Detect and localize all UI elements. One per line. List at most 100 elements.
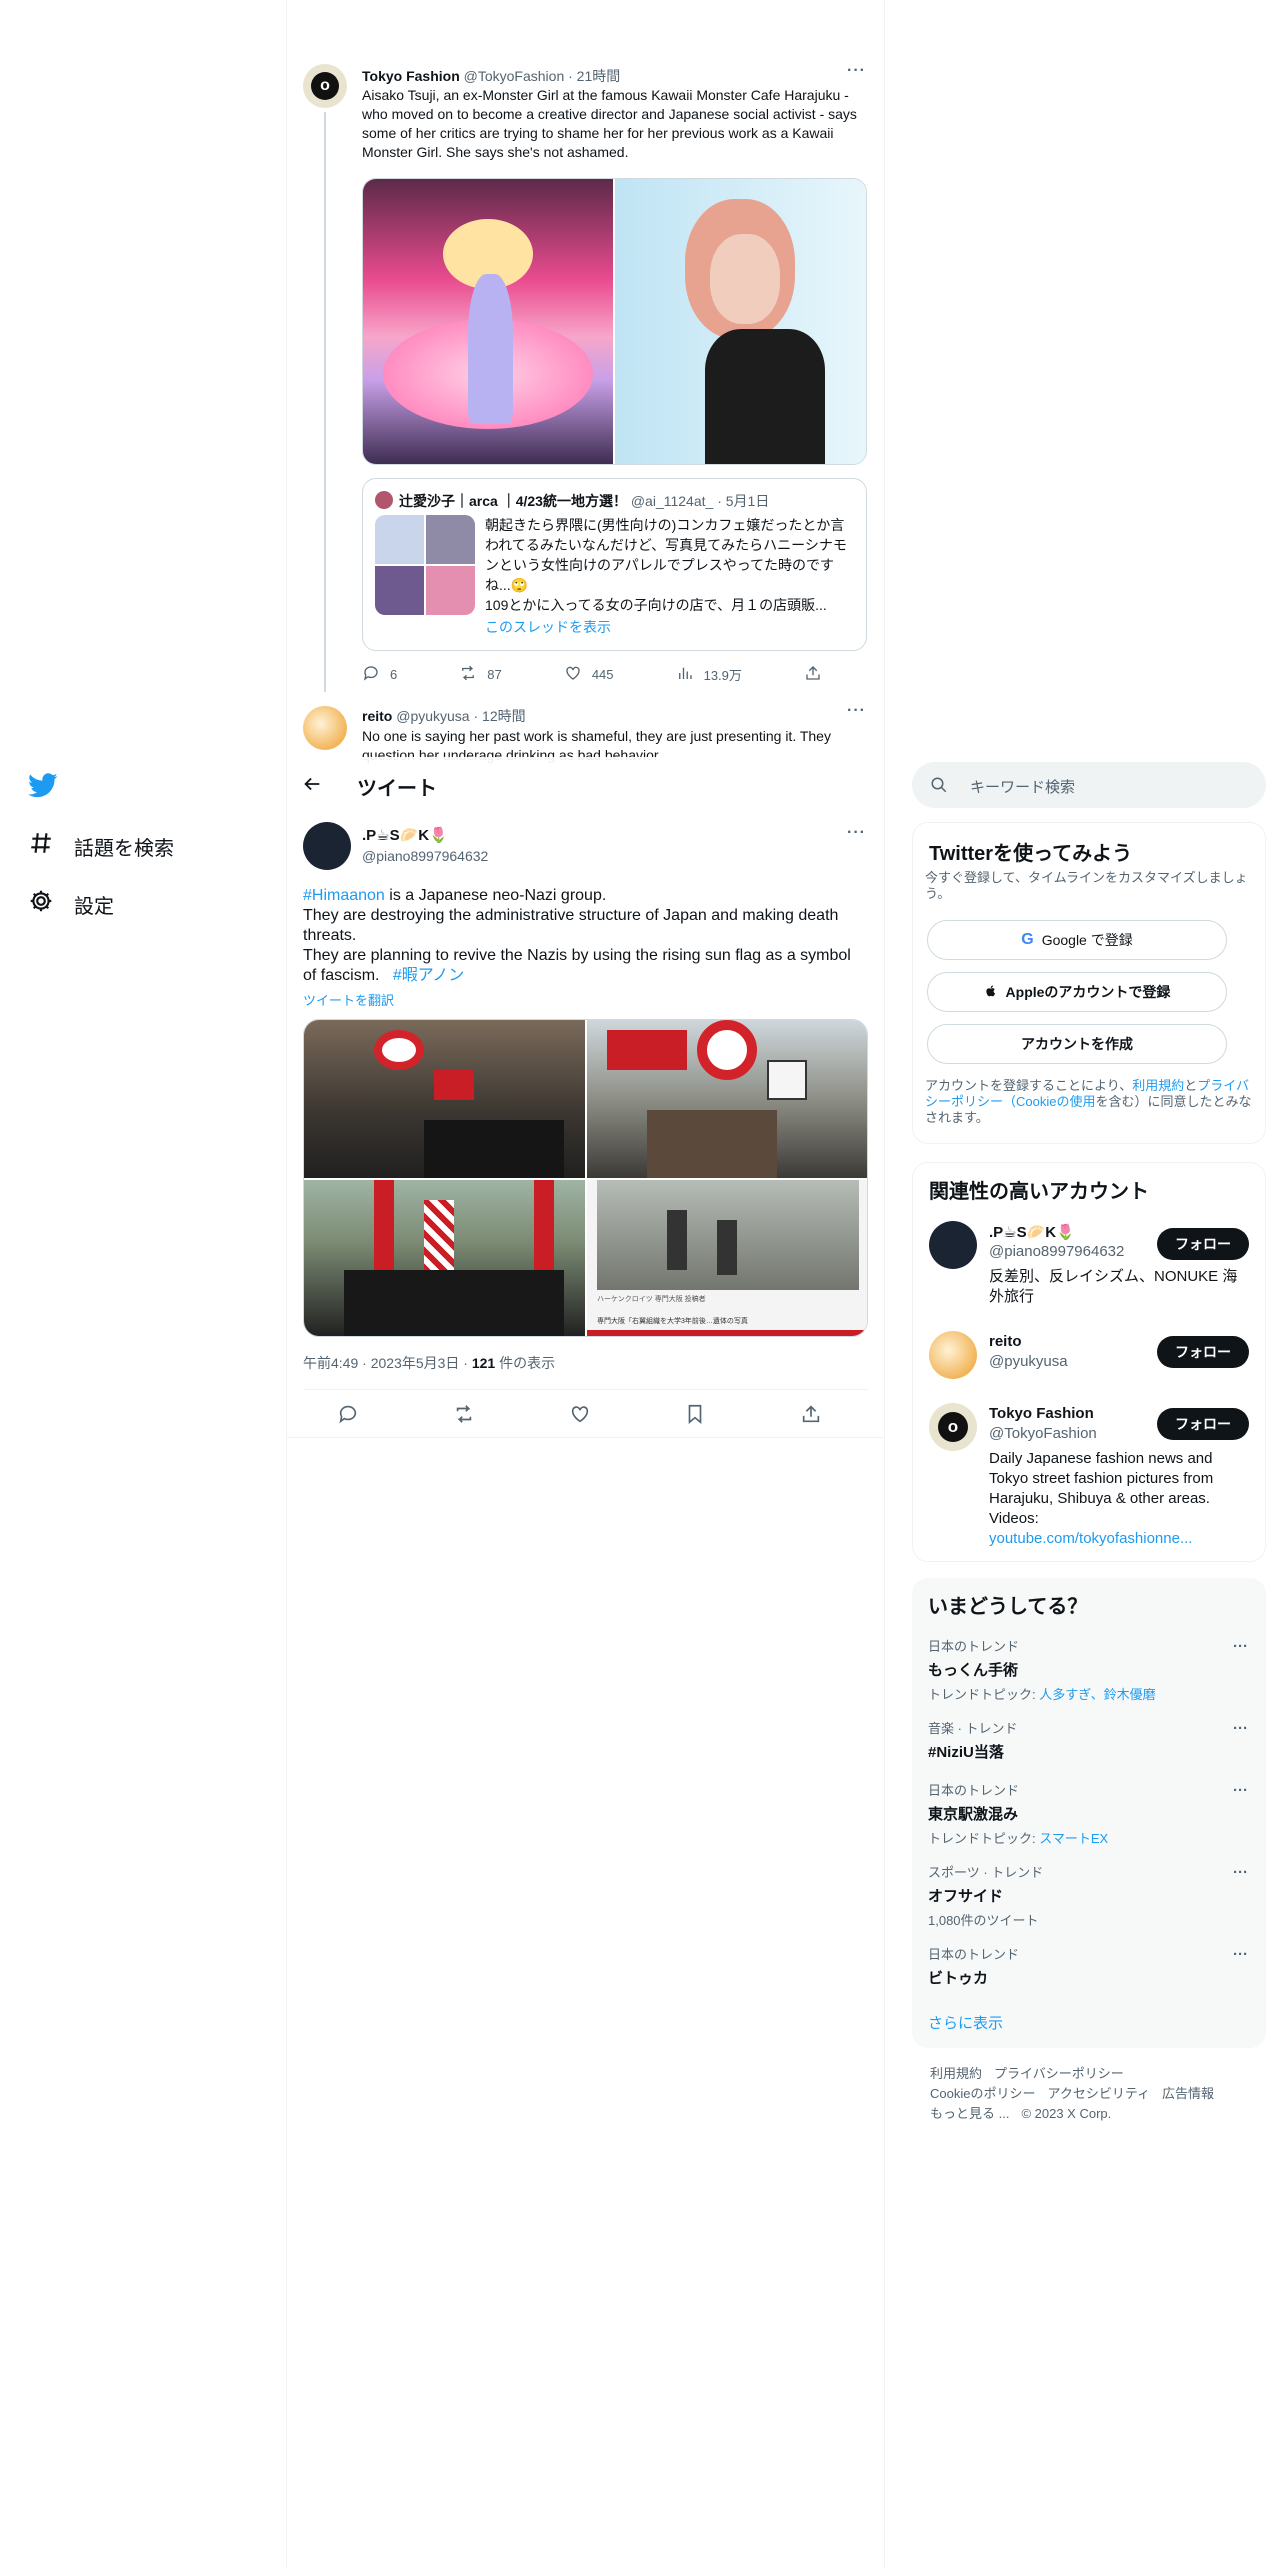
apple-icon [984, 984, 998, 1001]
terms-link[interactable]: 利用規約 [1132, 1078, 1184, 1093]
tweet-line-1: #Himaanon is a Japanese neo-Nazi group. [303, 886, 863, 906]
more-icon[interactable]: ··· [1233, 1864, 1248, 1881]
main-column: o Tokyo Fashion @TokyoFashion · 21時間 ···… [287, 0, 884, 2568]
account-name[interactable]: Tokyo Fashion [989, 1405, 1094, 1422]
image-caption: 専門大阪「右翼組織を大学3年前後…遺体の写真 [597, 1318, 748, 1325]
footer-link[interactable]: 利用規約 [930, 2066, 982, 2081]
photo-portrait[interactable] [615, 179, 866, 464]
show-more-link[interactable]: さらに表示 [928, 2012, 1003, 2033]
avatar[interactable] [929, 1331, 977, 1379]
tweet-actions: 6 87 445 13.9万 [362, 664, 822, 685]
quote-time: · 5月1日 [717, 493, 770, 509]
trend-topic-link[interactable]: スマートEX [1039, 1831, 1108, 1846]
footer-link[interactable]: 広告情報 [1162, 2086, 1214, 2101]
translate-link[interactable]: ツイートを翻訳 [303, 990, 394, 1009]
avatar[interactable]: o [303, 64, 347, 108]
author-name[interactable]: Tokyo Fashion [362, 68, 460, 84]
tweet-text: Aisako Tsuji, an ex-Monster Girl at the … [362, 87, 857, 160]
more-icon[interactable]: ··· [1233, 1946, 1248, 1963]
reply-button[interactable] [337, 1403, 359, 1428]
hashtag-link[interactable]: #Himaanon [303, 887, 385, 904]
hashtag-icon [28, 830, 54, 862]
share-button[interactable] [800, 1403, 822, 1428]
tweet-timestamp[interactable]: 午前4:49 · 2023年5月3日 · [303, 1355, 472, 1371]
views-button[interactable]: 13.9万 [676, 664, 742, 685]
footer-more-link[interactable]: もっと見る ... [930, 2106, 1009, 2121]
author-name[interactable]: reito [362, 708, 392, 724]
tweet-time[interactable]: · 12時間 [473, 708, 525, 724]
gear-icon [28, 888, 54, 920]
photo-rally-4[interactable]: ハーケンクロイツ 専門大阪 投稿者 専門大阪「右翼組織を大学3年前後…遺体の写真 [587, 1180, 867, 1336]
author-handle[interactable]: @piano8997964632 [362, 848, 488, 864]
share-button[interactable] [804, 664, 822, 685]
create-account-button[interactable]: アカウントを作成 [927, 1024, 1227, 1064]
hashtag-link[interactable]: #暇アノン [393, 967, 464, 984]
author-handle[interactable]: @pyukyusa [396, 708, 469, 724]
avatar[interactable] [303, 706, 347, 750]
tweet-media[interactable]: ハーケンクロイツ 専門大阪 投稿者 専門大阪「右翼組織を大学3年前後…遺体の写真 [303, 1019, 868, 1337]
signup-title: Twitterを使ってみよう [929, 843, 1133, 865]
account-name[interactable]: .P☕S🥟K🌷 [989, 1223, 1075, 1241]
like-button[interactable]: 445 [564, 664, 614, 685]
trend-name: #NiziU当落 [928, 1744, 1004, 1761]
footer-link[interactable]: Cookieのポリシー [930, 2086, 1035, 2101]
trend-item[interactable]: 日本のトレンド 東京駅激混み トレンドトピック: スマートEX ··· [928, 1780, 1248, 1847]
account-bio: Daily Japanese fashion news and Tokyo st… [989, 1449, 1251, 1549]
photo-rally-1[interactable] [304, 1020, 585, 1178]
trend-category: 日本のトレンド [928, 1783, 1020, 1798]
google-signup-button[interactable]: G Google で登録 [927, 920, 1227, 960]
retweet-button[interactable] [453, 1403, 475, 1428]
account-name[interactable]: reito [989, 1333, 1022, 1350]
trend-item[interactable]: 日本のトレンド ビトゥカ ··· [928, 1944, 1248, 1988]
follow-button[interactable]: フォロー [1157, 1228, 1249, 1260]
footer-link[interactable]: アクセシビリティ [1047, 2086, 1150, 2101]
views-icon [676, 664, 694, 685]
twitter-logo-icon[interactable] [28, 770, 60, 802]
trends-title: いまどうしてる？ [928, 1596, 1088, 1618]
search-input[interactable]: キーワード検索 [970, 776, 1075, 797]
nav-explore[interactable]: 話題を検索 [28, 830, 174, 862]
nav-settings[interactable]: 設定 [28, 888, 114, 920]
google-signup-label: Google で登録 [1041, 932, 1133, 948]
quote-tweet[interactable]: 辻愛沙子｜arca ｜4/23統一地方選！ @ai_1124at_ · 5月1日… [362, 478, 867, 651]
more-icon[interactable]: ··· [1233, 1638, 1248, 1655]
main-tweet-actions [337, 1403, 822, 1428]
author-name[interactable]: .P☕S🥟K🌷 [362, 826, 448, 844]
bookmark-button[interactable] [684, 1403, 706, 1428]
account-handle[interactable]: @pyukyusa [989, 1353, 1068, 1370]
trend-item[interactable]: 日本のトレンド もっくん手術 トレンドトピック: 人多すぎ、鈴木優磨 ··· [928, 1636, 1248, 1703]
quote-media [375, 515, 475, 615]
more-icon[interactable]: ··· [847, 702, 866, 720]
apple-signup-button[interactable]: Appleのアカウントで登録 [927, 972, 1227, 1012]
tweet-media[interactable] [362, 178, 867, 465]
photo-rally-2[interactable] [587, 1020, 867, 1178]
follow-button[interactable]: フォロー [1157, 1336, 1249, 1368]
more-icon[interactable]: ··· [1233, 1782, 1248, 1799]
heart-icon [569, 1403, 591, 1428]
account-bio-link[interactable]: youtube.com/tokyofashionne... [989, 1529, 1251, 1549]
photo-rally-3[interactable] [304, 1180, 585, 1336]
trend-topic-link[interactable]: 人多すぎ、鈴木優磨 [1039, 1687, 1155, 1702]
account-handle[interactable]: @piano8997964632 [989, 1243, 1124, 1260]
footer-link[interactable]: プライバシーポリシー [994, 2066, 1124, 2081]
tweet-time[interactable]: · 21時間 [568, 68, 620, 84]
back-arrow-icon[interactable] [301, 773, 325, 797]
account-handle[interactable]: @TokyoFashion [989, 1425, 1097, 1442]
avatar[interactable]: o [929, 1403, 977, 1451]
more-icon[interactable]: ··· [1233, 1720, 1248, 1737]
show-thread-link[interactable]: このスレッドを表示 [485, 617, 611, 637]
trend-item[interactable]: 音楽 · トレンド #NiziU当落 ··· [928, 1718, 1248, 1762]
avatar[interactable] [303, 822, 351, 870]
search-box[interactable]: キーワード検索 [912, 762, 1266, 808]
avatar[interactable] [929, 1221, 977, 1269]
reply-button[interactable]: 6 [362, 664, 397, 685]
trend-item[interactable]: スポーツ · トレンド オフサイド 1,080件のツイート ··· [928, 1862, 1248, 1929]
like-button[interactable] [569, 1403, 591, 1428]
trend-category: 音楽 · トレンド [928, 1721, 1018, 1736]
photo-cafe[interactable] [363, 179, 613, 464]
author-handle[interactable]: @TokyoFashion [464, 68, 565, 84]
more-icon[interactable]: ··· [847, 824, 866, 842]
more-icon[interactable]: ··· [847, 62, 866, 80]
follow-button[interactable]: フォロー [1157, 1408, 1249, 1440]
retweet-button[interactable]: 87 [459, 664, 502, 685]
